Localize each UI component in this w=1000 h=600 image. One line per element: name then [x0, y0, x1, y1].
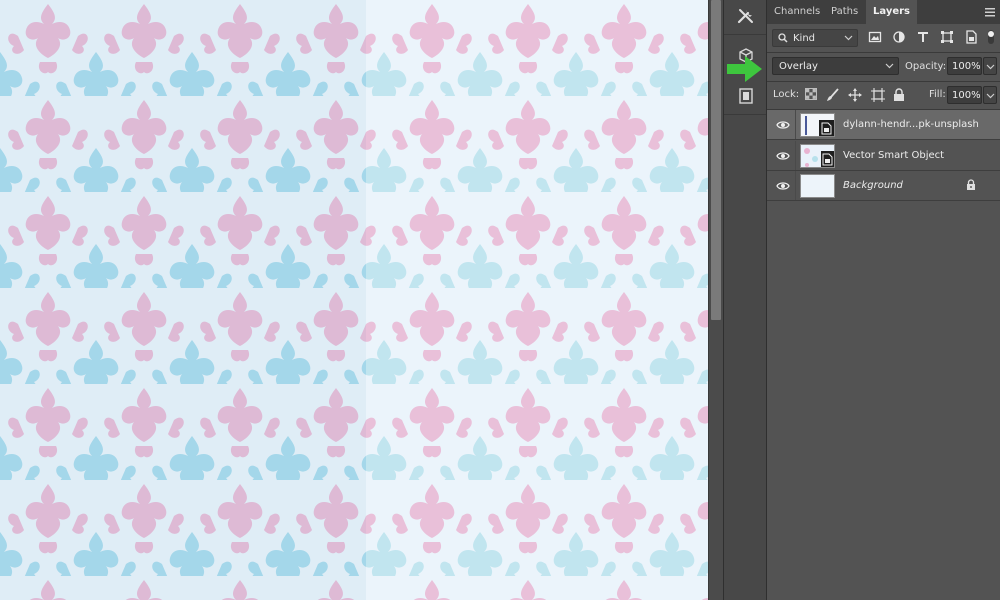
- chevron-down-icon: [986, 64, 995, 70]
- image-filter-icon[interactable]: [868, 30, 882, 44]
- opacity-input[interactable]: 100%: [947, 57, 982, 75]
- fill-input[interactable]: 100%: [947, 86, 982, 104]
- search-icon: [778, 33, 788, 43]
- layer-name: Background: [843, 180, 903, 191]
- layer-thumbnail: [800, 113, 835, 137]
- visibility-eye-icon[interactable]: [776, 119, 790, 131]
- canvas-vertical-scrollbar[interactable]: [708, 0, 723, 600]
- document-canvas[interactable]: [0, 0, 708, 600]
- layer-thumbnail: [800, 174, 835, 198]
- chevron-down-icon: [844, 35, 853, 41]
- fill-label: Fill:: [929, 89, 946, 100]
- callout-arrow-icon: [727, 56, 763, 85]
- panel-tabs: Channels Paths Layers: [767, 0, 1000, 24]
- panel-dock-strip: [723, 0, 767, 600]
- lock-label: Lock:: [773, 89, 800, 100]
- lock-transparent-pixels-icon[interactable]: [805, 88, 819, 102]
- chevron-down-icon: [986, 93, 995, 99]
- layer-row-photo[interactable]: dylann-hendr...pk-unsplash: [767, 110, 1000, 140]
- fill-slider-button[interactable]: [983, 86, 997, 104]
- chevron-down-icon: [885, 63, 894, 69]
- layers-panel: Channels Paths Layers Kind Overlay Opaci…: [767, 0, 1000, 600]
- photoshop-window: Channels Paths Layers Kind Overlay Opaci…: [0, 0, 1000, 600]
- overlay-layer-region: [0, 0, 366, 600]
- type-filter-icon[interactable]: [916, 30, 930, 44]
- scrollbar-thumb[interactable]: [711, 0, 721, 320]
- smart-object-filter-icon[interactable]: [964, 30, 978, 44]
- layer-row-vector-smart-object[interactable]: Vector Smart Object: [767, 141, 1000, 171]
- opacity-label: Opacity:: [905, 61, 947, 72]
- lock-row: Lock: Fill: 100%: [767, 83, 1000, 107]
- layer-filter-row: Kind: [767, 24, 1000, 52]
- blend-mode-row: Overlay Opacity: 100%: [767, 54, 1000, 80]
- layer-lock-icon[interactable]: [966, 179, 976, 191]
- tab-channels[interactable]: Channels: [767, 0, 827, 24]
- layer-thumbnail: [800, 144, 835, 168]
- lock-image-pixels-icon[interactable]: [826, 88, 840, 102]
- visibility-eye-icon[interactable]: [776, 150, 790, 162]
- visibility-eye-icon[interactable]: [776, 180, 790, 192]
- kind-filter-select[interactable]: Kind: [772, 29, 858, 47]
- kind-filter-label: Kind: [793, 33, 816, 44]
- filter-toggle-icon[interactable]: [986, 29, 1000, 44]
- adjustment-filter-icon[interactable]: [892, 30, 906, 44]
- blend-mode-select[interactable]: Overlay: [772, 57, 899, 75]
- panel-menu-icon[interactable]: [984, 6, 996, 18]
- layer-name: dylann-hendr...pk-unsplash: [843, 119, 979, 130]
- tab-paths[interactable]: Paths: [824, 0, 865, 24]
- lock-all-icon[interactable]: [893, 88, 907, 102]
- lock-position-icon[interactable]: [848, 88, 862, 102]
- opacity-slider-button[interactable]: [983, 57, 997, 75]
- blend-mode-value: Overlay: [779, 61, 818, 72]
- layer-row-background[interactable]: Background: [767, 171, 1000, 201]
- tab-layers[interactable]: Layers: [866, 0, 917, 24]
- lock-artboard-icon[interactable]: [871, 88, 885, 102]
- shape-filter-icon[interactable]: [940, 30, 954, 44]
- libraries-icon[interactable]: [732, 82, 760, 110]
- layer-name: Vector Smart Object: [843, 150, 945, 161]
- tools-icon[interactable]: [732, 2, 760, 30]
